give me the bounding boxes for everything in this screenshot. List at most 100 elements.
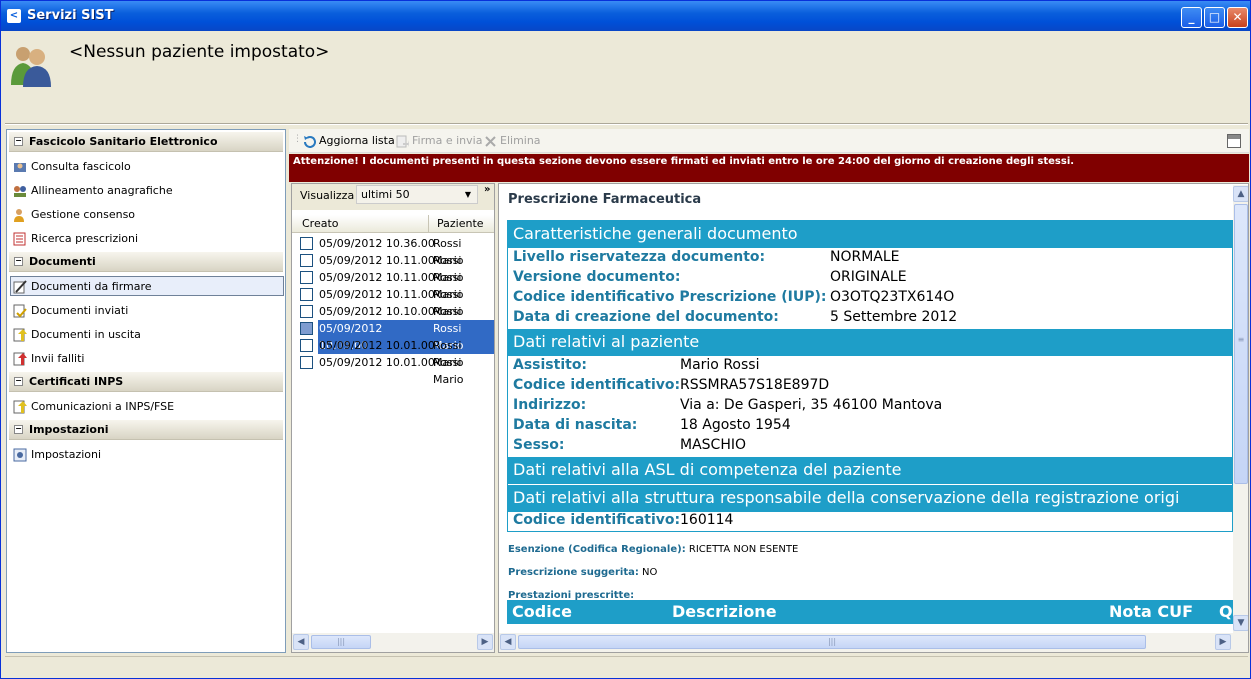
sidebar: − Fascicolo Sanitario Elettronico Consult… [6, 129, 286, 653]
scroll-right-icon[interactable]: ▶ [477, 634, 493, 650]
refresh-icon [304, 136, 316, 148]
row-checkbox[interactable] [300, 271, 313, 284]
list-row[interactable]: 05/09/2012 10.36.00 Rossi Mario [292, 235, 494, 267]
document-upload-icon [13, 400, 27, 414]
kv-row: Livello riservatezza documento: NORMALE [508, 249, 1232, 269]
kv-key: Codice identificativo: [513, 512, 681, 528]
app-window: < Servizi SIST _ □ ✕ <Nessun paziente im… [0, 0, 1251, 679]
row-created: 05/09/2012 10.11.00 [319, 288, 435, 301]
scroll-left-icon[interactable]: ◀ [293, 634, 309, 650]
kv-value: 5 Settembre 2012 [830, 309, 958, 325]
section-documenti[interactable]: − Documenti [9, 252, 283, 272]
collapse-icon[interactable]: − [14, 377, 23, 386]
scroll-thumb[interactable]: ≡ [1234, 204, 1248, 484]
sidebar-item-invii-falliti[interactable]: Invii falliti [11, 349, 283, 369]
list-row[interactable]: 05/09/2012 10.11.00 Rossi Mario [292, 269, 494, 301]
row-checkbox[interactable] [300, 288, 313, 301]
row-checkbox[interactable] [300, 339, 313, 352]
kv-value: Via a: De Gasperi, 35 46100 Mantova [680, 397, 943, 413]
kv-row: Codice identificativo: RSSMRA57S18E897D [508, 377, 1232, 397]
section-fse[interactable]: − Fascicolo Sanitario Elettronico [9, 132, 283, 152]
section-heading: Dati relativi alla struttura responsabil… [508, 484, 1232, 512]
row-checkbox[interactable] [300, 254, 313, 267]
prescriptions-table-header: Codice Descrizione Nota CUF Q [507, 600, 1248, 624]
folder-people-icon [14, 163, 26, 172]
collapse-icon[interactable]: − [14, 425, 23, 434]
scroll-down-icon[interactable]: ▼ [1233, 615, 1248, 631]
section-label: Fascicolo Sanitario Elettronico [29, 135, 218, 148]
document-failed-icon [13, 352, 27, 366]
title-bar[interactable]: < Servizi SIST _ □ ✕ [1, 1, 1250, 31]
minimize-button[interactable]: _ [1181, 7, 1202, 28]
list-horizontal-scrollbar[interactable]: ◀ ||| ▶ [292, 633, 494, 652]
sidebar-item-ricerca[interactable]: Ricerca prescrizioni [11, 229, 283, 249]
sidebar-item-label: Allineamento anagrafiche [31, 184, 173, 197]
row-checkbox[interactable] [300, 237, 313, 250]
list-filter-bar: Visualizza ultimi 50 ▼ » [292, 184, 494, 210]
list-row[interactable]: 05/09/2012 10.01.00 Rossi Mario [292, 354, 494, 386]
document-vertical-scrollbar[interactable]: ▲ ≡ ▼ [1233, 185, 1248, 633]
delete-button[interactable]: Elimina [484, 134, 541, 148]
column-header-created[interactable]: Creato [302, 217, 339, 230]
refresh-button[interactable]: Aggiorna lista [303, 134, 395, 148]
list-row-selected[interactable]: 05/09/2012 10.09.00 Rossi Mario [292, 320, 494, 354]
maximize-button[interactable]: □ [1204, 7, 1225, 28]
kv-row: Indirizzo: Via a: De Gasperi, 35 46100 Ma… [508, 397, 1232, 417]
sidebar-item-label: Ricerca prescrizioni [31, 232, 139, 245]
scroll-thumb[interactable]: ||| [311, 635, 371, 649]
document-list-panel: Visualizza ultimi 50 ▼ » Creato Paziente … [291, 183, 495, 653]
section-label: Impostazioni [29, 423, 109, 436]
sidebar-item-inviati[interactable]: Documenti inviati [11, 301, 283, 321]
kv-row: Data di nascita: 18 Agosto 1954 [508, 417, 1232, 437]
sidebar-item-consenso[interactable]: Gestione consenso [11, 205, 283, 225]
row-created: 05/09/2012 10.01.00 [319, 356, 435, 369]
scroll-thumb[interactable]: ||| [518, 635, 1146, 649]
row-checkbox[interactable] [300, 356, 313, 369]
close-button[interactable]: ✕ [1227, 7, 1248, 28]
exemption-line: Esenzione (Codifica Regionale): RICETTA … [508, 544, 798, 555]
sign-send-button[interactable]: Firma e invia [396, 134, 482, 148]
column-header-patient[interactable]: Paziente [428, 215, 484, 232]
collapse-icon[interactable]: − [14, 257, 23, 266]
kv-key: Sesso: [513, 437, 565, 453]
filter-select[interactable]: ultimi 50 ▼ [356, 185, 478, 204]
delete-label: Elimina [500, 134, 541, 147]
column-nota-cuf: Nota CUF [1109, 602, 1194, 621]
kv-row: Data di creazione del documento: 5 Settem… [508, 309, 1232, 329]
sidebar-item-label: Invii falliti [31, 352, 85, 365]
patients-icon [11, 47, 51, 87]
document-horizontal-scrollbar[interactable]: ◀ ||| ▶ [499, 633, 1248, 652]
section-inps[interactable]: − Certificati INPS [9, 372, 283, 392]
exemption-value: RICETTA NON ESENTE [688, 544, 799, 555]
sidebar-item-consulta[interactable]: Consulta fascicolo [11, 157, 283, 177]
patient-header: <Nessun paziente impostato> [5, 32, 1248, 124]
sidebar-item-comunicazioni[interactable]: Comunicazioni a INPS/FSE [11, 397, 283, 417]
list-row[interactable]: 05/09/2012 10.10.00Rossi Mario [292, 303, 494, 335]
kv-value: ORIGINALE [830, 269, 907, 285]
sidebar-item-da-firmare[interactable]: Documenti da firmare [10, 276, 284, 296]
row-created: 05/09/2012 10.10.00 [319, 305, 435, 318]
kv-value: MASCHIO [680, 437, 746, 453]
sidebar-item-label: Comunicazioni a INPS/FSE [31, 400, 175, 413]
kv-row: Versione documento: ORIGINALE [508, 269, 1232, 289]
kv-key: Versione documento: [513, 269, 681, 285]
scroll-up-icon[interactable]: ▲ [1233, 186, 1248, 202]
panel-toggle-icon[interactable] [1227, 134, 1241, 148]
row-checkbox[interactable] [300, 322, 313, 335]
toolbar-grip: ⋮ [293, 134, 302, 144]
sidebar-item-allineamento[interactable]: Allineamento anagrafiche [11, 181, 283, 201]
sidebar-item-in-uscita[interactable]: Documenti in uscita [11, 325, 283, 345]
patient-title: <Nessun paziente impostato> [69, 42, 330, 62]
kv-key: Codice identificativo Prescrizione (IUP)… [513, 289, 827, 305]
collapse-icon[interactable]: − [14, 137, 23, 146]
row-checkbox[interactable] [300, 305, 313, 318]
scroll-right-icon[interactable]: ▶ [1215, 634, 1231, 650]
list-row[interactable]: 05/09/2012 10.11.00 Rossi Mario [292, 252, 494, 284]
section-impostazioni[interactable]: − Impostazioni [9, 420, 283, 440]
kv-row: Assistito: Mario Rossi [508, 357, 1232, 377]
scroll-left-icon[interactable]: ◀ [500, 634, 516, 650]
list-row[interactable]: 05/09/2012 10.11.00 Rossi Mario [292, 286, 494, 318]
expand-chevron-icon[interactable]: » [484, 184, 490, 195]
list-row[interactable]: 05/09/2012 10.01.00 Rossi Mario [292, 337, 494, 369]
sidebar-item-impostazioni[interactable]: Impostazioni [11, 445, 283, 465]
